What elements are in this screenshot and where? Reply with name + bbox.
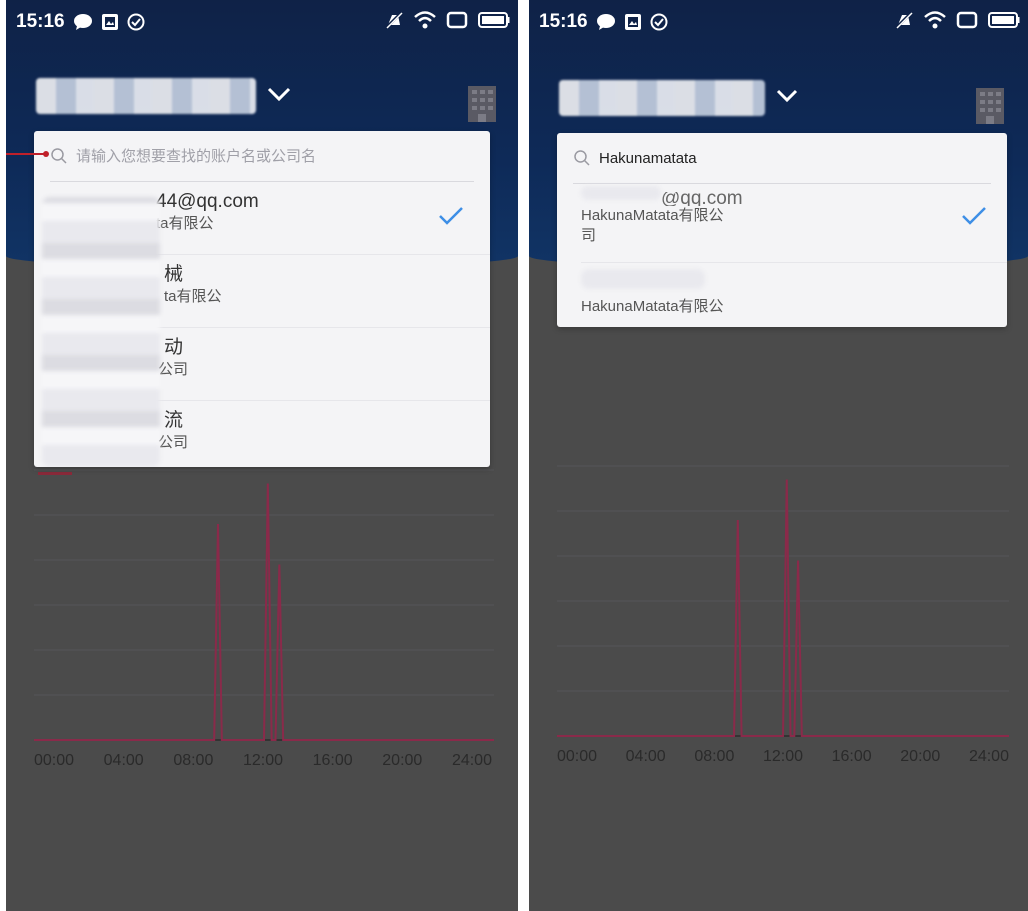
- mute-icon: [384, 10, 404, 36]
- search-icon: [50, 147, 68, 165]
- x-tick-label: 12:00: [242, 752, 284, 769]
- search-input[interactable]: [599, 149, 976, 167]
- blurred-account-name: [36, 78, 256, 114]
- x-tick-label: 12:00: [762, 748, 804, 765]
- phone-screen-right: 15:16 00:00 04:00 08:00 12:00 16:00 20:0…: [529, 0, 1028, 911]
- blurred-account-name: [581, 269, 705, 289]
- series-line: [34, 483, 494, 741]
- activity-chart: [557, 465, 1009, 737]
- status-bar: 15:16: [6, 0, 518, 44]
- indicator-bar: [38, 472, 72, 475]
- account-subtitle-wrap: 司: [581, 227, 597, 244]
- account-dropdown: 44@qq.com ta有限公 械 ta有限公 动 公司 流 公司: [34, 131, 490, 467]
- wifi-icon: [924, 10, 946, 36]
- account-subtitle: HakunaMatata有限公: [581, 207, 724, 224]
- account-item[interactable]: HakunaMatata有限公: [581, 263, 1007, 327]
- x-tick-label: 08:00: [694, 748, 735, 765]
- check-icon: [961, 206, 987, 231]
- account-dropdown: @qq.com HakunaMatata有限公 司 HakunaMatata有限…: [557, 133, 1007, 327]
- search-icon: [573, 149, 591, 167]
- series-line: [557, 479, 1009, 737]
- chat-bubble-icon: [73, 13, 93, 31]
- account-selector[interactable]: [36, 78, 292, 114]
- battery-icon: [478, 11, 510, 35]
- x-tick-label: 16:00: [312, 752, 353, 769]
- check-icon: [438, 206, 464, 231]
- x-axis-ticks: 00:00 04:00 08:00 12:00 16:00 20:00 24:00: [557, 748, 1009, 766]
- x-axis-ticks: 00:00 04:00 08:00 12:00 16:00 20:00 24:00: [34, 752, 492, 770]
- blurred-account-name: [581, 186, 661, 200]
- x-tick-label: 08:00: [173, 752, 214, 769]
- wifi-icon: [414, 10, 436, 36]
- gallery-icon: [624, 13, 642, 31]
- account-subtitle: HakunaMatata有限公: [581, 298, 724, 315]
- building-icon[interactable]: [972, 86, 1008, 131]
- search-input[interactable]: [76, 147, 458, 165]
- x-tick-label: 20:00: [900, 748, 941, 765]
- check-circle-icon: [127, 13, 145, 31]
- x-tick-label: 16:00: [831, 748, 872, 765]
- x-tick-label: 24:00: [451, 752, 492, 769]
- battery-icon: [988, 11, 1020, 35]
- blurred-account-names: [42, 197, 160, 467]
- phone-screen-left: 15:16 00:00 04:00 08:00 12:00 16:00 20:0…: [6, 0, 518, 911]
- x-tick-label: 24:00: [968, 748, 1009, 765]
- annotation-arrow-icon: [6, 151, 49, 157]
- x-tick-label: 20:00: [382, 752, 423, 769]
- account-selector[interactable]: [559, 80, 799, 116]
- square-icon: [446, 10, 468, 36]
- status-time: 15:16: [16, 11, 65, 32]
- status-right-icons: [894, 10, 1020, 36]
- check-circle-icon: [650, 13, 668, 31]
- chevron-down-icon[interactable]: [775, 88, 799, 109]
- chat-bubble-icon: [596, 13, 616, 31]
- account-item[interactable]: @qq.com HakunaMatata有限公 司: [581, 184, 1007, 263]
- status-time: 15:16: [539, 11, 588, 32]
- chevron-down-icon[interactable]: [266, 85, 292, 108]
- building-icon[interactable]: [464, 84, 500, 129]
- x-tick-label: 00:00: [34, 752, 75, 769]
- activity-chart: [34, 469, 494, 741]
- blurred-account-name: [559, 80, 765, 116]
- x-tick-label: 04:00: [625, 748, 666, 765]
- square-icon: [956, 10, 978, 36]
- status-right-icons: [384, 10, 510, 36]
- search-row: [573, 133, 991, 184]
- search-row: [50, 131, 474, 182]
- status-bar: 15:16: [529, 0, 1028, 44]
- gallery-icon: [101, 13, 119, 31]
- x-tick-label: 04:00: [103, 752, 144, 769]
- x-tick-label: 00:00: [557, 748, 598, 765]
- mute-icon: [894, 10, 914, 36]
